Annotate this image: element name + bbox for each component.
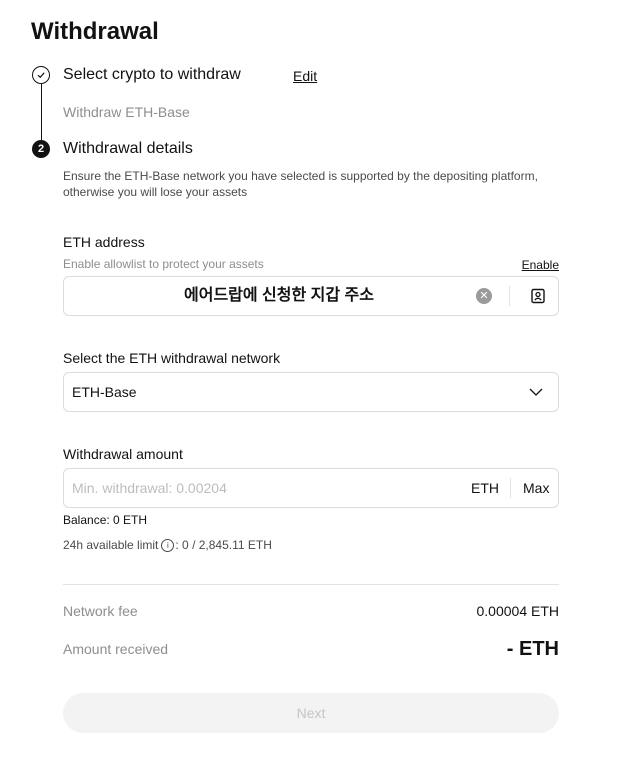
network-selected-value: ETH-Base [72,384,137,400]
amount-label: Withdrawal amount [63,446,183,462]
clear-icon[interactable]: ✕ [476,288,492,304]
daily-limit-label: 24h available limit [63,538,159,552]
step-connector-line [40,84,42,140]
amount-input[interactable] [65,470,455,506]
network-label: Select the ETH withdrawal network [63,350,281,366]
page-title: Withdrawal [31,18,159,45]
chevron-down-icon[interactable] [528,384,544,400]
step1-title: Select crypto to withdraw [63,66,241,83]
amount-received-value: - ETH [506,638,559,660]
balance-text: Balance: 0 ETH [63,513,148,527]
address-book-icon[interactable] [529,287,547,305]
step2-title: Withdrawal details [63,140,193,157]
amount-field[interactable]: ETH Max [63,468,559,508]
network-warning-text: Ensure the ETH-Base network you have sel… [63,169,538,199]
network-fee-label: Network fee [63,603,138,619]
allowlist-hint: Enable allowlist to protect your assets [63,257,264,271]
address-divider [509,286,510,306]
daily-limit-row: 24h available limit i : 0 / 2,845.11 ETH [63,538,272,552]
network-fee-value: 0.00004 ETH [476,603,560,619]
amount-divider [510,478,511,498]
max-button[interactable]: Max [523,469,549,507]
step2-number-badge: 2 [32,140,50,158]
info-icon[interactable]: i [161,538,175,552]
address-label: ETH address [63,234,145,250]
next-button[interactable]: Next [63,693,559,733]
address-input-value[interactable]: 에어드랍에 신청한 지갑 주소 [64,277,494,315]
network-select[interactable]: ETH-Base [63,372,559,412]
address-input[interactable]: 에어드랍에 신청한 지갑 주소 ✕ [63,276,559,316]
step1-summary: Withdraw ETH-Base [63,104,190,120]
amount-received-label: Amount received [63,641,169,657]
enable-allowlist-link[interactable]: Enable [522,258,559,272]
amount-unit: ETH [471,480,499,496]
summary-divider [63,584,559,585]
step-complete-check-icon [32,66,50,84]
edit-crypto-link[interactable]: Edit [293,68,317,84]
daily-limit-value: : 0 / 2,845.11 ETH [175,538,272,552]
